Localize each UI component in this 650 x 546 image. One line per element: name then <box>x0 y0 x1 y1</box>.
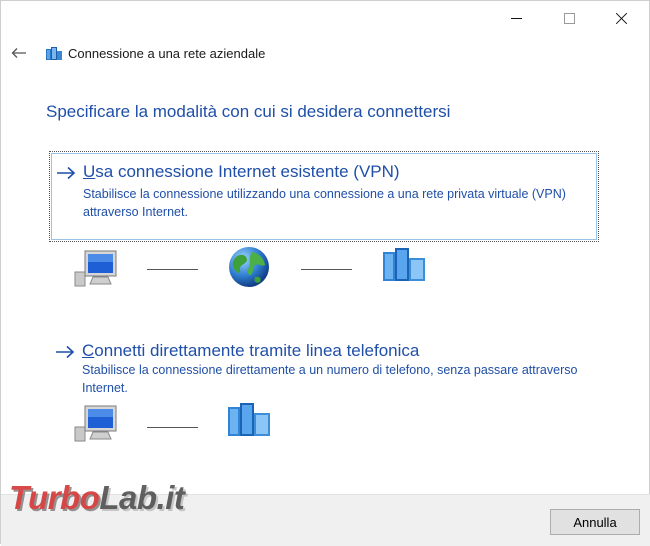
connection-line <box>147 427 198 428</box>
maximize-button[interactable] <box>554 7 584 29</box>
option-dialup[interactable]: Connetti direttamente tramite linea tele… <box>49 331 599 401</box>
computer-icon <box>74 405 117 442</box>
option-vpn-title-text: sa connessione Internet esistente (VPN) <box>95 162 400 181</box>
option-dialup-description: Stabilisce la connessione direttamente a… <box>82 363 578 395</box>
connection-line <box>147 269 198 270</box>
watermark-logo: TurboLab.it <box>9 479 185 517</box>
watermark-part2: Lab.it <box>99 479 185 516</box>
arrow-right-icon <box>57 166 76 180</box>
arrow-left-icon <box>11 48 26 58</box>
network-workplace-icon <box>46 47 62 60</box>
server-icon <box>228 403 270 436</box>
close-icon <box>616 12 628 24</box>
option-vpn-row: Usa connessione Internet esistente (VPN) <box>55 162 400 182</box>
option-dialup-row: Connetti direttamente tramite linea tele… <box>54 341 419 361</box>
back-button[interactable] <box>9 43 29 63</box>
computer-icon <box>74 250 117 287</box>
option-vpn-title: Usa connessione Internet esistente (VPN) <box>83 162 400 182</box>
wizard-window: Connessione a una rete aziendale Specifi… <box>0 0 650 546</box>
arrow-right-icon <box>56 345 75 359</box>
connection-line <box>301 269 352 270</box>
minimize-icon <box>510 17 522 19</box>
option-dialup-title: Connetti direttamente tramite linea tele… <box>82 341 419 361</box>
globe-icon <box>229 247 269 287</box>
option-vpn-description: Stabilisce la connessione utilizzando un… <box>83 187 566 219</box>
watermark-part1: Turbo <box>9 479 100 516</box>
minimize-button[interactable] <box>501 7 531 29</box>
option-vpn[interactable]: Usa connessione Internet esistente (VPN)… <box>49 151 599 242</box>
close-button[interactable] <box>607 7 637 29</box>
cancel-button[interactable]: Annulla <box>550 509 640 535</box>
page-heading: Specificare la modalità con cui si desid… <box>46 102 451 121</box>
option-dialup-access-key: C <box>82 341 95 360</box>
option-vpn-access-key: U <box>83 162 96 181</box>
option-dialup-title-text: onnetti direttamente tramite linea telef… <box>94 341 420 360</box>
server-icon <box>383 248 425 281</box>
maximize-icon <box>563 12 575 24</box>
wizard-title: Connessione a una rete aziendale <box>68 46 266 61</box>
